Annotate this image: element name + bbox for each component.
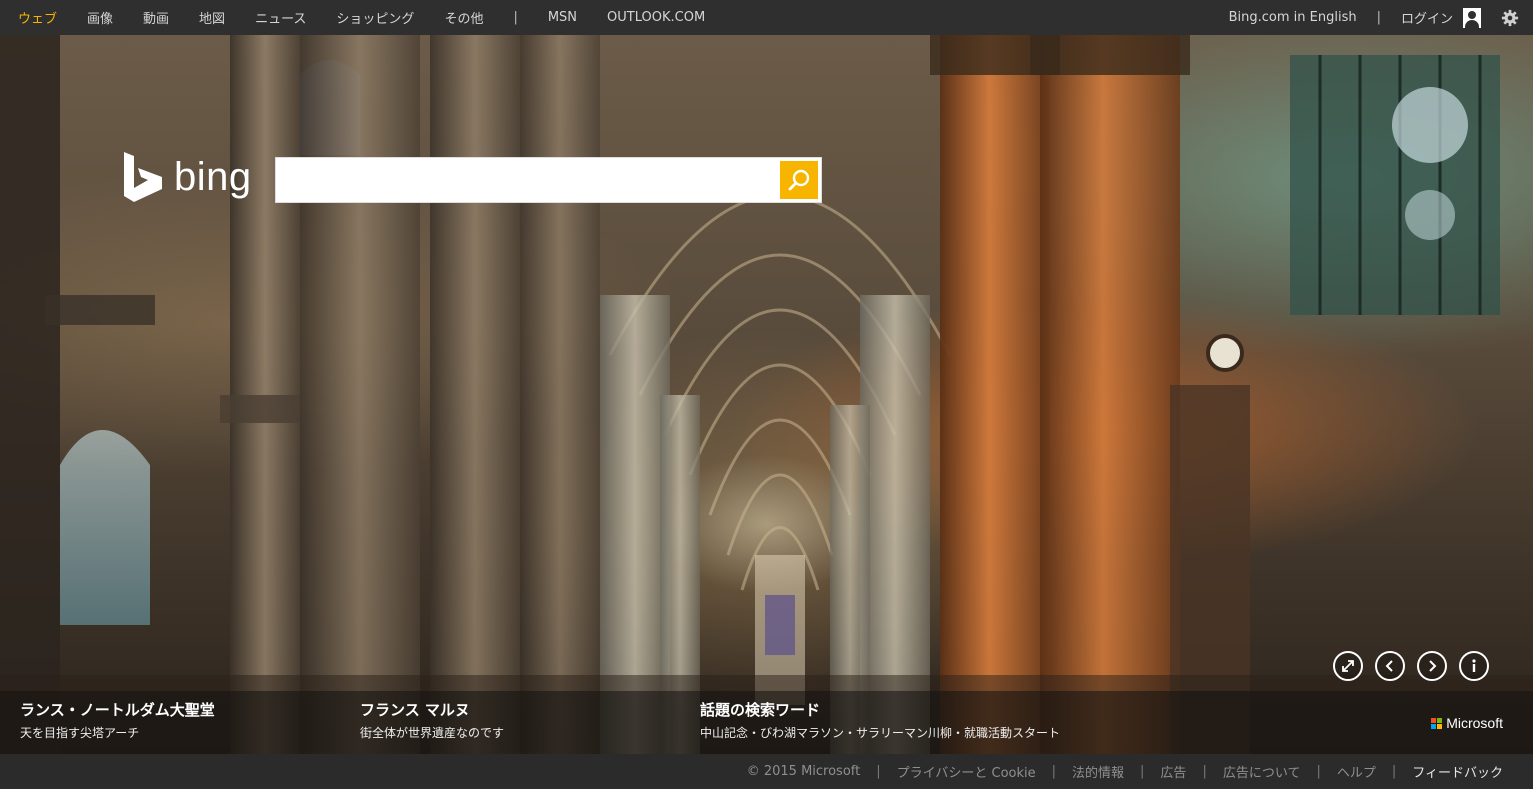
chevron-right-icon bbox=[1429, 660, 1437, 672]
user-icon[interactable] bbox=[1463, 7, 1481, 28]
caption-location[interactable]: フランス マルヌ 街全体が世界遺産なのです bbox=[360, 699, 504, 741]
caption-title: フランス マルヌ bbox=[360, 701, 470, 719]
footer-legal-link[interactable]: 法的情報 bbox=[1072, 762, 1124, 781]
caption-subtitle: 街全体が世界遺産なのです bbox=[360, 726, 505, 740]
nav-maps[interactable]: 地図 bbox=[199, 8, 225, 27]
nav-web[interactable]: ウェブ bbox=[18, 8, 57, 27]
footer-separator: | bbox=[1140, 764, 1145, 779]
bing-logo[interactable]: bing bbox=[122, 152, 252, 202]
info-icon bbox=[1472, 659, 1476, 672]
footer-privacy-link[interactable]: プライバシーと Cookie bbox=[897, 762, 1036, 781]
login-link[interactable]: ログイン bbox=[1401, 8, 1453, 27]
footer-separator: | bbox=[1051, 764, 1057, 779]
cathedral-illustration bbox=[0, 35, 1533, 754]
info-button[interactable] bbox=[1459, 651, 1489, 681]
nav-msn[interactable]: MSN bbox=[548, 10, 577, 25]
caption-bar: ランス・ノートルダム大聖堂 天を目指す尖塔アーチ フランス マルヌ 街全体が世界… bbox=[0, 691, 1533, 754]
footer-separator: | bbox=[1391, 764, 1397, 779]
expand-button[interactable] bbox=[1333, 651, 1363, 681]
previous-image-button[interactable] bbox=[1375, 651, 1405, 681]
footer-ads-link[interactable]: 広告 bbox=[1160, 762, 1186, 781]
caption-image-title[interactable]: ランス・ノートルダム大聖堂 天を目指す尖塔アーチ bbox=[20, 699, 215, 741]
footer-separator: | bbox=[876, 764, 881, 779]
nav-videos[interactable]: 動画 bbox=[143, 8, 169, 27]
nav-separator: | bbox=[513, 10, 518, 25]
image-controls bbox=[1321, 651, 1489, 681]
nav-more[interactable]: その他 bbox=[444, 8, 483, 27]
microsoft-logo[interactable]: Microsoft bbox=[1431, 715, 1503, 731]
caption-trending[interactable]: 話題の検索ワード 中山記念・びわ湖マラソン・サラリーマン川柳・就職活動スタート bbox=[700, 699, 1060, 741]
search-box bbox=[275, 157, 822, 203]
footer-copyright: © 2015 Microsoft bbox=[746, 764, 861, 779]
english-link[interactable]: Bing.com in English bbox=[1229, 10, 1357, 25]
chevron-left-icon bbox=[1385, 660, 1393, 672]
nav-news[interactable]: ニュース bbox=[255, 8, 306, 27]
footer-help-link[interactable]: ヘルプ bbox=[1337, 762, 1376, 781]
nav-shopping[interactable]: ショッピング bbox=[336, 8, 414, 27]
footer-about-ads-link[interactable]: 広告について bbox=[1223, 762, 1301, 781]
top-navigation-bar: ウェブ 画像 動画 地図 ニュース ショッピング その他 | MSN OUTLO… bbox=[0, 0, 1533, 35]
caption-subtitle: 中山記念・びわ湖マラソン・サラリーマン川柳・就職活動スタート bbox=[700, 726, 1061, 740]
scope-nav: ウェブ 画像 動画 地図 ニュース ショッピング その他 | MSN OUTLO… bbox=[0, 8, 735, 27]
caption-title: ランス・ノートルダム大聖堂 bbox=[20, 701, 215, 719]
search-button[interactable] bbox=[780, 161, 818, 199]
next-image-button[interactable] bbox=[1417, 651, 1447, 681]
nav-outlook[interactable]: OUTLOOK.COM bbox=[607, 10, 705, 25]
account-separator: | bbox=[1376, 10, 1381, 25]
background-image-cathedral: bing ランス・ノートルダム大聖堂 天を目指す尖塔アーチ フランス マルヌ 街… bbox=[0, 35, 1533, 754]
expand-icon bbox=[1342, 660, 1354, 672]
account-area: Bing.com in English | ログイン bbox=[1229, 0, 1519, 35]
footer-separator: | bbox=[1202, 764, 1207, 779]
search-input[interactable] bbox=[276, 158, 776, 202]
footer: © 2015 Microsoft | プライバシーと Cookie | 法的情報… bbox=[0, 754, 1533, 789]
footer-links: © 2015 Microsoft | プライバシーと Cookie | 法的情報… bbox=[747, 754, 1503, 789]
bing-b-icon bbox=[124, 152, 162, 202]
gear-icon[interactable] bbox=[1501, 9, 1519, 27]
footer-separator: | bbox=[1316, 764, 1321, 779]
footer-feedback-link[interactable]: フィードバック bbox=[1412, 762, 1503, 781]
caption-subtitle: 天を目指す尖塔アーチ bbox=[20, 726, 140, 740]
search-icon bbox=[788, 169, 810, 191]
bing-wordmark: bing bbox=[174, 154, 252, 199]
microsoft-wordmark: Microsoft bbox=[1446, 715, 1503, 731]
microsoft-squares-icon bbox=[1431, 717, 1443, 729]
nav-images[interactable]: 画像 bbox=[87, 8, 113, 27]
caption-title: 話題の検索ワード bbox=[700, 701, 821, 719]
